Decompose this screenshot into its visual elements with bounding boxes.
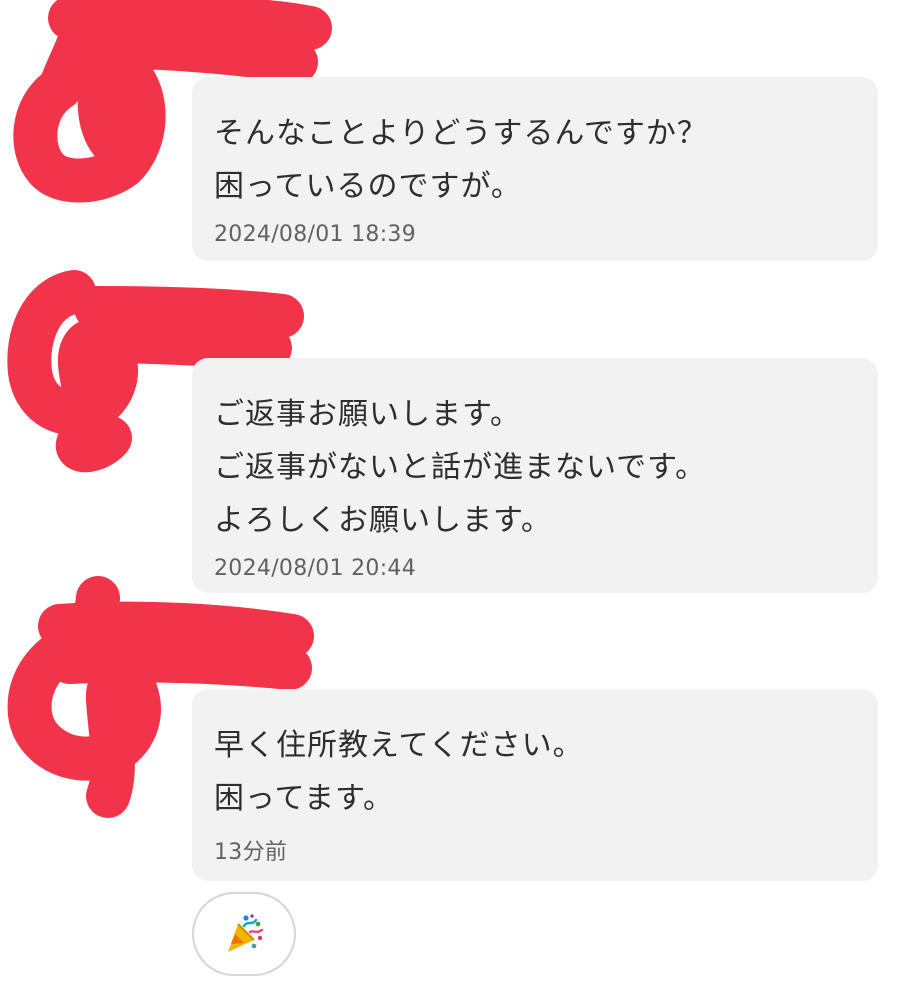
- message-line: ご返事がないと話が進まないです。: [214, 450, 707, 485]
- message-line: ご返事お願いします。: [214, 397, 521, 432]
- message-text: そんなことよりどうするんですか？ 困っているのですが。: [214, 107, 878, 213]
- message-text: ご返事お願いします。 ご返事がないと話が進まないです。 よろしくお願いします。: [214, 388, 878, 547]
- message-bubble: 早く住所教えてください。 困ってます。 13分前: [192, 689, 878, 881]
- message-text: 早く住所教えてください。 困ってます。: [214, 719, 878, 825]
- message-bubble: そんなことよりどうするんですか？ 困っているのですが。 2024/08/01 1…: [192, 77, 878, 261]
- message-line: よろしくお願いします。: [214, 503, 552, 538]
- message-line: 困っているのですが。: [214, 169, 522, 204]
- message-thread: そんなことよりどうするんですか？ 困っているのですが。 2024/08/01 1…: [0, 0, 918, 999]
- message-line: そんなことよりどうするんですか？: [214, 116, 708, 151]
- reaction-button[interactable]: [192, 892, 296, 976]
- party-popper-icon: [228, 914, 264, 952]
- message-bubble: ご返事お願いします。 ご返事がないと話が進まないです。 よろしくお願いします。 …: [192, 358, 878, 593]
- message-timestamp: 13分前: [214, 840, 288, 865]
- message-line: 早く住所教えてください。: [214, 728, 584, 763]
- message-timestamp: 2024/08/01 18:39: [214, 222, 416, 247]
- message-line: 困ってます。: [214, 781, 394, 816]
